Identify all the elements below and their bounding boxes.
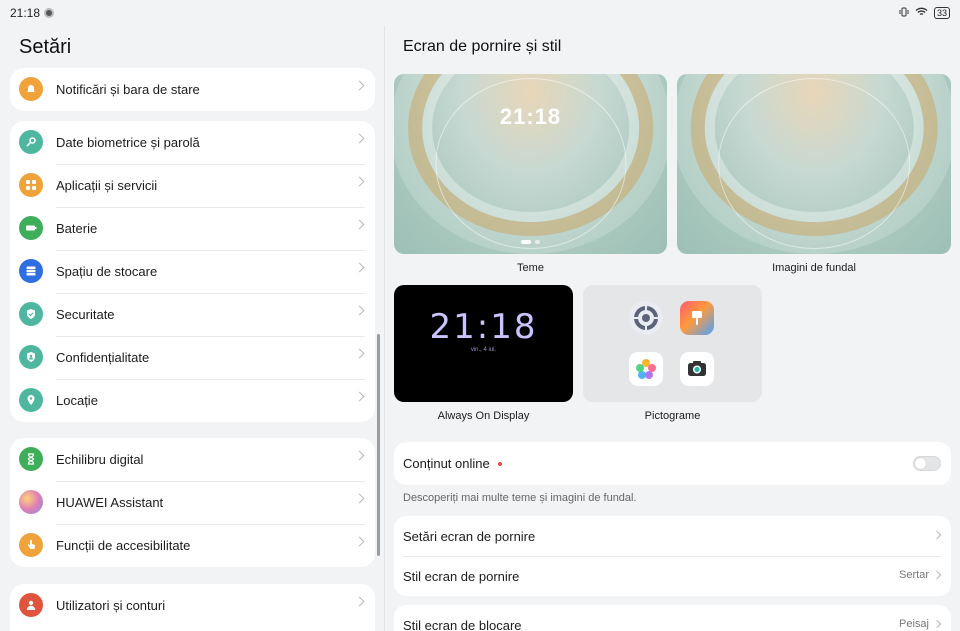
privacy-icon (19, 345, 43, 369)
settings-group-wellbeing: Echilibru digital HUAWEI Assistant Funcț… (10, 438, 375, 567)
settings-item-security[interactable]: Securitate (10, 293, 375, 336)
settings-group-accounts: Utilizatori și conturi (10, 584, 375, 631)
settings-item-biometrics[interactable]: Date biometrice și parolă (10, 121, 375, 164)
storage-icon (19, 259, 43, 283)
settings-item-label: Echilibru digital (56, 452, 144, 467)
chevron-right-icon (354, 219, 365, 230)
settings-gear-icon (629, 301, 663, 335)
bell-icon (19, 77, 43, 101)
chevron-right-icon (932, 570, 942, 580)
settings-item-notifications[interactable]: Notificări și bara de stare (10, 68, 375, 111)
themes-thumbnail[interactable]: 21:18 (394, 74, 667, 254)
settings-group-system: Date biometrice și parolă Aplicații și s… (10, 121, 375, 422)
settings-group-notifications: Notificări și bara de stare (10, 68, 375, 111)
wallpapers-thumbnail[interactable] (677, 74, 951, 254)
gallery-flower-icon (629, 352, 663, 386)
settings-item-battery[interactable]: Baterie (10, 207, 375, 250)
settings-item-accessibility[interactable]: Funcții de accesibilitate (10, 524, 375, 567)
page-title: Setări (19, 36, 72, 58)
online-content-toggle[interactable] (913, 456, 941, 471)
lock-screen-style-label: Stil ecran de blocare (403, 617, 522, 631)
chevron-right-icon (354, 348, 365, 359)
home-screen-style-row[interactable]: Stil ecran de pornire Sertar (394, 556, 951, 596)
settings-item-label: Baterie (56, 221, 98, 236)
shield-icon (19, 302, 43, 326)
home-screen-settings-row[interactable]: Setări ecran de pornire (394, 516, 951, 556)
chevron-right-icon (354, 391, 365, 402)
wallpaper-ring (718, 77, 910, 249)
icons-label: Pictograme (644, 410, 701, 422)
aod-label: Always On Display (437, 410, 530, 422)
home-screen-style-label: Stil ecran de pornire (403, 568, 520, 584)
settings-item-label: Securitate (56, 307, 115, 322)
chevron-right-icon (354, 80, 365, 91)
settings-item-label: Utilizatori și conturi (56, 598, 166, 613)
battery-icon (19, 216, 43, 240)
apps-grid-icon (19, 173, 43, 197)
themes-brush-icon (680, 301, 714, 335)
vibrate-icon (899, 6, 909, 20)
settings-item-storage[interactable]: Spațiu de stocare (10, 250, 375, 293)
settings-item-label: Aplicații și servicii (56, 178, 158, 193)
page-indicator (394, 240, 667, 244)
lockscreen-time: 21:18 (499, 104, 562, 129)
home-screen-settings-label: Setări ecran de pornire (403, 528, 536, 544)
aod-date: vin., 4 iul. (470, 347, 497, 353)
chevron-right-icon (354, 133, 365, 144)
wallpapers-label: Imagini de fundal (772, 262, 856, 274)
key-icon (19, 130, 43, 154)
themes-label: Teme (517, 262, 544, 274)
battery-level: 33 (933, 7, 950, 19)
online-content-card: Conținut online (394, 442, 951, 485)
online-content-hint: Descoperiți mai multe teme și imagini de… (403, 492, 637, 504)
settings-item-label: HUAWEI Assistant (56, 495, 164, 510)
chevron-right-icon (354, 450, 365, 461)
chevron-right-icon (354, 305, 365, 316)
lock-screen-card: Stil ecran de blocare Peisaj (394, 605, 951, 631)
hand-pointer-icon (19, 533, 43, 557)
chevron-right-icon (354, 596, 365, 607)
new-badge-dot (497, 461, 502, 466)
assistant-orb-icon (19, 490, 43, 514)
icons-thumbnail[interactable] (583, 285, 762, 402)
settings-item-label: Date biometrice și parolă (56, 135, 200, 150)
lock-screen-style-row[interactable]: Stil ecran de blocare Peisaj (394, 605, 951, 631)
settings-item-label: Locație (56, 393, 98, 408)
settings-item-digital-balance[interactable]: Echilibru digital (10, 438, 375, 481)
aod-time: 21:18 (429, 307, 538, 347)
settings-item-users-accounts[interactable]: Utilizatori și conturi (10, 584, 375, 627)
detail-title: Ecran de pornire și stil (403, 38, 562, 55)
wifi-icon (915, 6, 928, 20)
settings-item-privacy[interactable]: Confidențialitate (10, 336, 375, 379)
settings-item-label: Notificări și bara de stare (56, 82, 200, 97)
chevron-right-icon (932, 619, 942, 629)
chevron-right-icon (354, 536, 365, 547)
status-bar: 21:18 33 (0, 0, 960, 26)
left-scrollbar[interactable] (377, 334, 380, 556)
home-screen-card: Setări ecran de pornire Stil ecran de po… (394, 516, 951, 596)
lock-screen-style-value: Peisaj (899, 618, 929, 630)
chevron-right-icon (932, 530, 942, 540)
settings-item-apps[interactable]: Aplicații și servicii (10, 164, 375, 207)
chevron-right-icon (354, 262, 365, 273)
settings-item-label: Confidențialitate (56, 350, 150, 365)
notification-icon (44, 8, 55, 18)
location-pin-icon (19, 388, 43, 412)
settings-item-label: Funcții de accesibilitate (56, 538, 191, 553)
online-content-row[interactable]: Conținut online (394, 442, 951, 485)
online-content-label: Conținut online (403, 456, 490, 471)
aod-thumbnail[interactable]: 21:18 vin., 4 iul. (394, 285, 573, 402)
settings-item-label: Spațiu de stocare (56, 264, 158, 279)
chevron-right-icon (354, 493, 365, 504)
settings-item-location[interactable]: Locație (10, 379, 375, 422)
chevron-right-icon (354, 176, 365, 187)
hourglass-icon (19, 447, 43, 471)
panel-divider (384, 26, 385, 631)
settings-item-huawei-assistant[interactable]: HUAWEI Assistant (10, 481, 375, 524)
home-screen-style-value: Sertar (899, 569, 929, 581)
camera-icon (680, 352, 714, 386)
user-icon (19, 593, 43, 617)
status-time: 21:18 (10, 6, 41, 20)
